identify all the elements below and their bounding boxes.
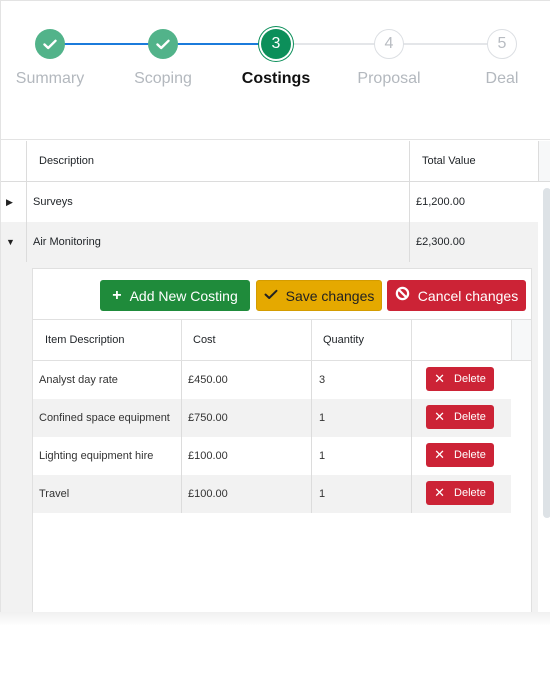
vertical-scrollbar[interactable] (543, 188, 550, 518)
header-scroll-spacer (511, 320, 531, 360)
detail-toolbar: + Add New Costing Save changes Cancel ch… (33, 269, 531, 320)
step-label: Proposal (357, 70, 421, 87)
check-icon (264, 287, 278, 305)
item-quantity: 1 (311, 437, 325, 475)
delete-label: Delete (454, 373, 486, 385)
add-button-label: Add New Costing (129, 287, 238, 304)
delete-button[interactable]: ✕ Delete (426, 443, 494, 467)
cancel-changes-button[interactable]: Cancel changes (387, 280, 526, 311)
costing-row[interactable]: Analyst day rate £450.00 3 ✕ Delete (33, 361, 511, 399)
delete-label: Delete (454, 487, 486, 499)
detail-grid-header: Item Description Cost Quantity (33, 320, 531, 361)
item-description: Travel (39, 488, 70, 500)
step-connector-2-3 (164, 43, 276, 45)
step-deal[interactable]: 5 Deal (452, 29, 550, 88)
item-quantity: 1 (311, 475, 325, 513)
costing-row[interactable]: Confined space equipment £750.00 1 ✕ Del… (33, 399, 511, 437)
collapse-icon[interactable]: ▼ (6, 222, 18, 262)
delete-label: Delete (454, 411, 486, 423)
step-connector-4-5 (389, 43, 502, 45)
item-quantity: 3 (311, 361, 325, 399)
plus-icon: + (112, 286, 122, 304)
grid-row-surveys[interactable]: ▶ Surveys £1,200.00 (1, 182, 538, 222)
cancel-icon (395, 286, 410, 306)
item-cost: £100.00 (181, 475, 228, 513)
delete-button[interactable]: ✕ Delete (426, 405, 494, 429)
step-number: 3 (261, 29, 291, 59)
column-header-total-value[interactable]: Total Value (409, 141, 538, 181)
step-scoping[interactable]: Scoping (113, 29, 213, 88)
item-cost: £750.00 (181, 399, 228, 437)
costings-page: Summary Scoping 3 Costings 4 Proposal 5 … (0, 0, 550, 620)
step-label: Summary (15, 70, 85, 87)
step-proposal[interactable]: 4 Proposal (339, 29, 439, 88)
row-description: Air Monitoring (33, 236, 101, 248)
item-description: Analyst day rate (39, 374, 118, 386)
detail-area: + Add New Costing Save changes Cancel ch… (1, 262, 538, 620)
costing-row[interactable]: Travel £100.00 1 ✕ Delete (33, 475, 511, 513)
expand-icon[interactable]: ▶ (6, 182, 18, 222)
delete-label: Delete (454, 449, 486, 461)
grid-header: Description Total Value (1, 141, 550, 182)
save-button-label: Save changes (285, 287, 375, 304)
header-scroll-spacer (538, 141, 550, 181)
step-label: Deal (485, 70, 519, 87)
progress-stepper: Summary Scoping 3 Costings 4 Proposal 5 … (1, 1, 550, 140)
step-label: Scoping (134, 70, 192, 87)
step-summary[interactable]: Summary (1, 29, 100, 88)
item-quantity: 1 (311, 399, 325, 437)
cancel-button-label: Cancel changes (417, 287, 519, 304)
row-total-value: £1,200.00 (409, 182, 465, 222)
row-total-value: £2,300.00 (409, 222, 465, 262)
step-number: 4 (374, 29, 404, 59)
step-label: Costings (241, 70, 311, 87)
step-connector-3-4 (276, 43, 389, 45)
column-header-description[interactable]: Description (26, 141, 409, 181)
item-description: Confined space equipment (39, 412, 170, 424)
close-icon: ✕ (434, 447, 446, 462)
close-icon: ✕ (434, 371, 446, 386)
item-cost: £100.00 (181, 437, 228, 475)
costing-row[interactable]: Lighting equipment hire £100.00 1 ✕ Dele… (33, 437, 511, 475)
step-number: 5 (487, 29, 517, 59)
bottom-fade (0, 612, 550, 626)
row-description: Surveys (33, 196, 73, 208)
close-icon: ✕ (434, 485, 446, 500)
column-header-quantity[interactable]: Quantity (311, 320, 364, 360)
step-costings[interactable]: 3 Costings (226, 29, 326, 88)
item-description: Lighting equipment hire (39, 450, 154, 462)
add-new-costing-button[interactable]: + Add New Costing (100, 280, 250, 311)
delete-button[interactable]: ✕ Delete (426, 367, 494, 391)
check-icon (148, 29, 178, 59)
item-cost: £450.00 (181, 361, 228, 399)
close-icon: ✕ (434, 409, 446, 424)
column-header-cost[interactable]: Cost (181, 320, 216, 360)
costing-detail-panel: + Add New Costing Save changes Cancel ch… (32, 268, 532, 620)
delete-button[interactable]: ✕ Delete (426, 481, 494, 505)
save-changes-button[interactable]: Save changes (256, 280, 382, 311)
column-header-item-description[interactable]: Item Description (33, 320, 124, 360)
check-icon (35, 29, 65, 59)
grid-row-air-monitoring[interactable]: ▼ Air Monitoring £2,300.00 (1, 222, 538, 262)
